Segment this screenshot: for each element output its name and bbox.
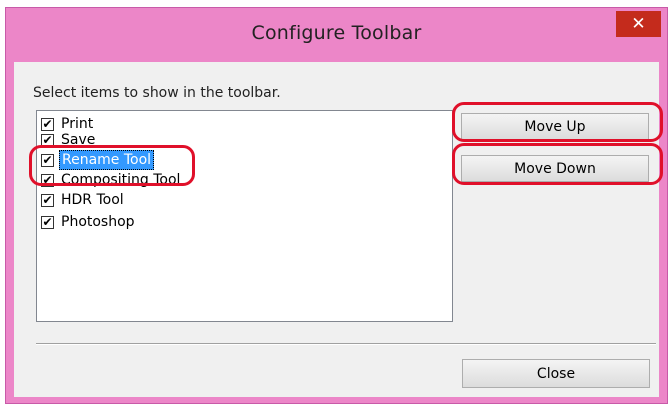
highlight-move-down [452,143,663,185]
highlight-rename-tool [29,145,195,186]
toolbar-items-list[interactable]: ✔ Print ✔ Save ✔ Rename Tool ✔ Compositi… [36,110,453,322]
list-item[interactable]: ✔ Photoshop [41,212,137,232]
list-item[interactable]: ✔ HDR Tool [41,190,126,210]
close-button[interactable]: Close [462,359,650,388]
item-label: Photoshop [61,214,135,230]
instruction-text: Select items to show in the toolbar. [33,85,281,101]
highlight-move-up [452,102,663,142]
dialog-title: Configure Toolbar [251,22,422,44]
checkbox-print[interactable]: ✔ [41,117,54,131]
checkbox-photoshop[interactable]: ✔ [41,215,54,229]
dialog-window: Configure Toolbar ✕ Select items to show… [5,7,668,404]
title-bar[interactable]: Configure Toolbar ✕ [6,8,667,62]
item-label: HDR Tool [61,192,124,208]
close-icon[interactable]: ✕ [616,11,661,37]
separator [36,343,656,345]
checkbox-hdr-tool[interactable]: ✔ [41,193,54,207]
